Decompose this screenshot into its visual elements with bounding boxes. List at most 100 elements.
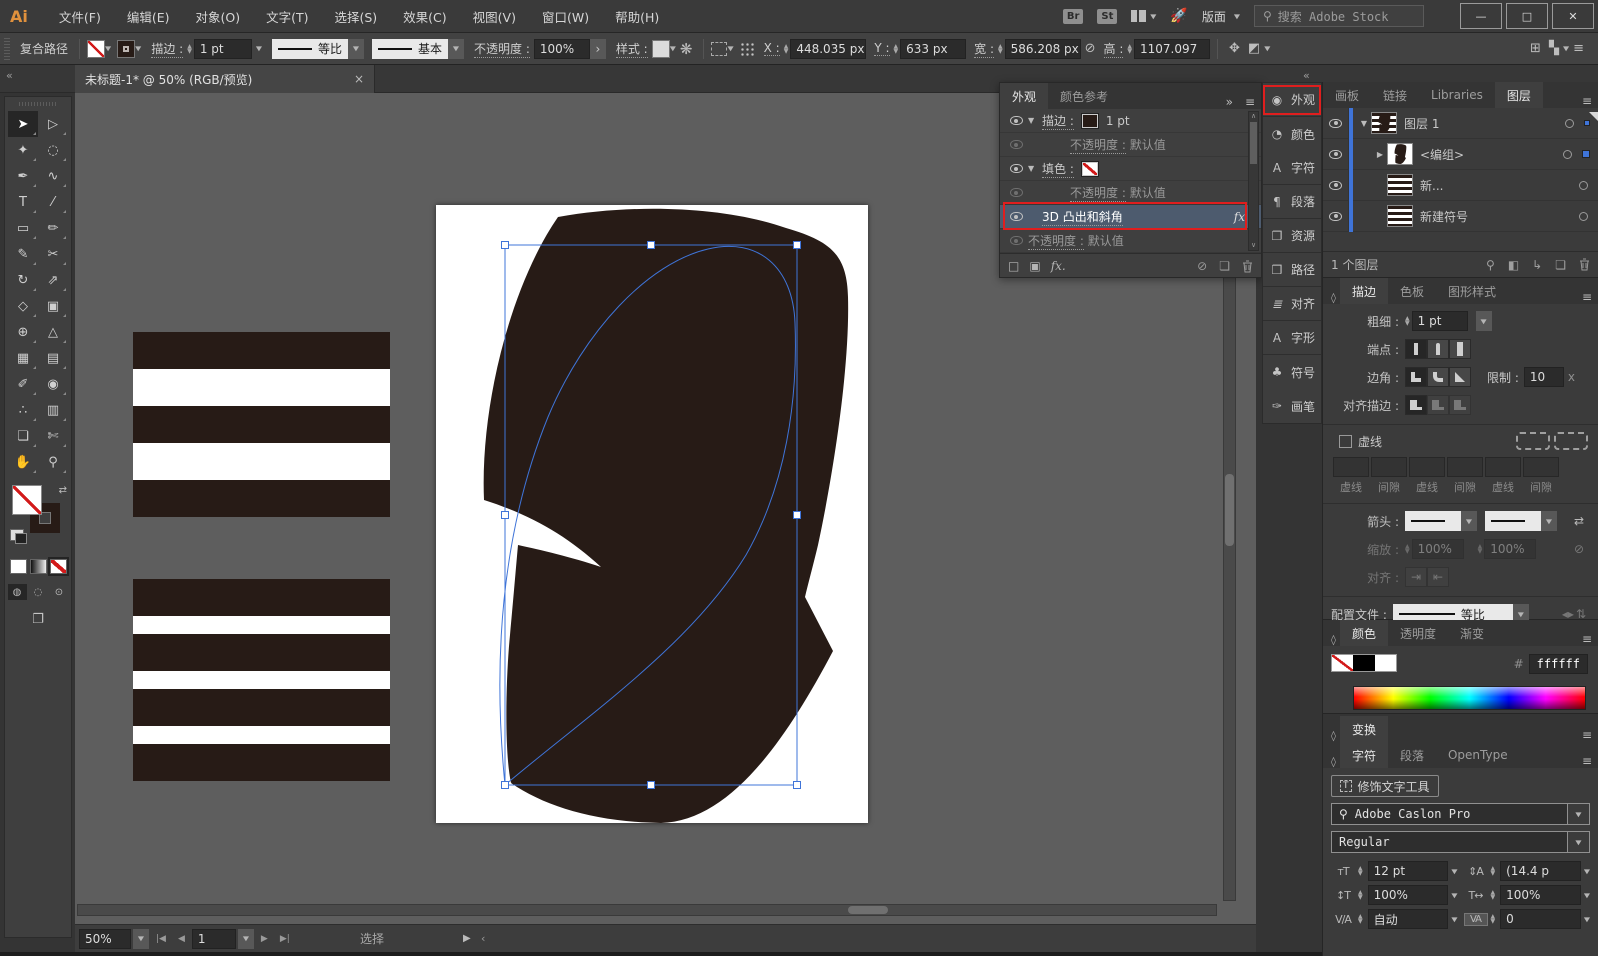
menu-file[interactable]: 文件(F)	[46, 7, 114, 26]
tracking-field[interactable]: 0	[1500, 909, 1581, 929]
dash-field[interactable]	[1485, 457, 1521, 477]
default-fill-stroke-icon[interactable]	[10, 529, 24, 541]
locate-object-icon[interactable]: ⚲	[1486, 258, 1495, 272]
panel-menu-icon[interactable]: ≡	[1573, 41, 1584, 56]
tab-character[interactable]: 字符	[1340, 742, 1388, 768]
panel-button-align[interactable]: ≣ 对齐	[1263, 287, 1321, 321]
gradient-button[interactable]	[30, 559, 47, 574]
dash-field[interactable]	[1409, 457, 1445, 477]
clipping-mask-icon[interactable]: ◧	[1508, 258, 1519, 272]
stock-button[interactable]: St	[1097, 9, 1117, 24]
shaper-tool[interactable]: ✎	[8, 241, 38, 267]
stroke-weight-field[interactable]: 1 pt	[194, 39, 252, 59]
chevron-down-icon[interactable]: ▼	[1568, 831, 1590, 853]
tab-color[interactable]: 颜色	[1340, 620, 1388, 646]
isolate-selection-control[interactable]: ▼	[711, 42, 733, 56]
y-field[interactable]: 633 px	[900, 39, 966, 59]
bridge-button[interactable]: Br	[1063, 9, 1084, 24]
horizontal-scale-field[interactable]: 100%	[1500, 885, 1581, 905]
layer-row-new[interactable]: 新...	[1323, 170, 1598, 201]
font-style-field[interactable]: Regular	[1331, 831, 1568, 853]
scrollbar-thumb[interactable]	[1250, 122, 1257, 164]
touch-type-tool-button[interactable]: T 修饰文字工具	[1331, 775, 1439, 797]
chevron-right-icon[interactable]: ▶	[1373, 150, 1387, 159]
visibility-eye-icon[interactable]	[1010, 116, 1023, 125]
fill-color-control[interactable]: ▼	[87, 40, 111, 58]
drag-grip[interactable]	[4, 38, 10, 60]
font-size-field[interactable]: 12 pt	[1368, 861, 1449, 881]
flip-across-icon[interactable]: ⇅	[1576, 607, 1586, 621]
panel-menu-icon[interactable]: ≡	[1576, 290, 1598, 304]
striped-artwork-bottom[interactable]	[133, 579, 390, 781]
recolor-artwork-icon[interactable]: ❋	[680, 40, 693, 58]
duplicate-item-icon[interactable]: ❏	[1219, 259, 1230, 273]
align-dash-button[interactable]	[1554, 432, 1588, 450]
delete-layer-icon[interactable]	[1579, 258, 1590, 271]
kerning-field[interactable]: 自动	[1368, 909, 1449, 929]
link-scale-icon[interactable]: ⊘	[1574, 542, 1584, 556]
panel-button-pathfinder[interactable]: ❒ 路径	[1263, 253, 1321, 287]
visibility-eye-icon[interactable]	[1010, 188, 1023, 197]
weight-stepper[interactable]: ▲▼	[1405, 316, 1410, 326]
gap-field[interactable]	[1447, 457, 1483, 477]
appearance-row-opacity[interactable]: 不透明度 : 默认值	[1000, 229, 1261, 253]
height-stepper[interactable]: ▲▼	[1127, 44, 1132, 54]
panel-button-color-guide[interactable]: ◔ 颜色	[1263, 117, 1321, 151]
arrow-scale-end-field[interactable]: 100%	[1484, 539, 1536, 559]
panel-button-symbols[interactable]: ♣ 符号	[1263, 355, 1321, 389]
appearance-row-fill[interactable]: ▼ 填色 :	[1000, 157, 1261, 181]
shape-builder-tool[interactable]: ⊕	[8, 319, 38, 345]
cap-butt-button[interactable]	[1405, 339, 1427, 359]
rectangle-tool[interactable]: ▭	[8, 215, 38, 241]
new-layer-icon[interactable]: ❏	[1555, 258, 1566, 272]
scale-tool[interactable]: ⇗	[38, 267, 68, 293]
align-outside-button[interactable]	[1449, 395, 1471, 415]
gap-field[interactable]	[1523, 457, 1559, 477]
tab-gradient[interactable]: 渐变	[1448, 620, 1496, 646]
chevron-down-icon[interactable]: ▼	[1584, 915, 1590, 922]
preserve-dash-button[interactable]	[1516, 432, 1550, 450]
collapse-dock-icon[interactable]: «	[1303, 69, 1310, 82]
weight-field[interactable]: 1 pt	[1412, 311, 1468, 331]
chevron-down-icon[interactable]: ▼	[1451, 915, 1457, 922]
collapse-diamond-icon[interactable]: ◊	[1331, 731, 1336, 742]
menu-view[interactable]: 视图(V)	[460, 7, 529, 26]
menu-effect[interactable]: 效果(C)	[390, 7, 459, 26]
none-swatch[interactable]	[1332, 655, 1353, 671]
align-panel-icon[interactable]: ⊞	[1530, 41, 1541, 56]
arrowhead-end-dropdown[interactable]	[1485, 511, 1541, 531]
chevron-down-icon[interactable]: ▼	[1357, 119, 1371, 128]
appearance-scrollbar[interactable]: ∧∨	[1248, 111, 1259, 251]
white-swatch[interactable]	[1375, 655, 1396, 671]
chevron-down-icon[interactable]: ▼	[1028, 116, 1042, 125]
width-stepper[interactable]: ▲▼	[998, 44, 1003, 54]
tab-opentype[interactable]: OpenType	[1436, 742, 1520, 768]
swap-arrowheads-icon[interactable]: ⇄	[1574, 514, 1584, 528]
symbol-sprayer-tool[interactable]: ∴	[8, 397, 38, 423]
x-stepper[interactable]: ▲▼	[784, 44, 789, 54]
panel-menu-icon[interactable]: ≡	[1576, 754, 1598, 768]
chevron-down-icon[interactable]: ▼	[1028, 164, 1042, 173]
line-segment-tool[interactable]: ⁄	[38, 189, 68, 215]
stroke-weight-label[interactable]: 描边 :	[151, 40, 183, 58]
collapse-diamond-icon[interactable]: ◊	[1331, 293, 1336, 304]
selection-tool[interactable]: ➤	[8, 111, 38, 137]
menu-select[interactable]: 选择(S)	[321, 7, 390, 26]
free-transform-tool[interactable]: ▣	[38, 293, 68, 319]
arrowhead-start-dropdown[interactable]	[1405, 511, 1461, 531]
brush-definition-dropdown[interactable]: 基本	[372, 39, 448, 59]
dashed-line-checkbox[interactable]	[1339, 435, 1352, 448]
zoom-dropdown-icon[interactable]: ▼	[133, 929, 149, 949]
panel-button-character-styles[interactable]: A 字符	[1263, 151, 1321, 185]
transform-icon[interactable]: ✥	[1229, 41, 1240, 56]
chevron-down-icon[interactable]: ▼	[1461, 511, 1477, 531]
next-artboard-button[interactable]: ▶	[256, 934, 273, 944]
font-family-field[interactable]: ⚲ Adobe Caslon Pro	[1331, 803, 1568, 825]
artboard[interactable]	[436, 205, 868, 823]
tab-transform[interactable]: 变换	[1340, 716, 1388, 742]
tab-paragraph[interactable]: 段落	[1388, 742, 1436, 768]
color-button[interactable]	[10, 559, 27, 574]
width-profile-dropdown[interactable]: 等比	[272, 39, 348, 59]
panel-button-asset-export[interactable]: ❐ 资源	[1263, 219, 1321, 253]
delete-item-icon[interactable]	[1242, 260, 1253, 273]
